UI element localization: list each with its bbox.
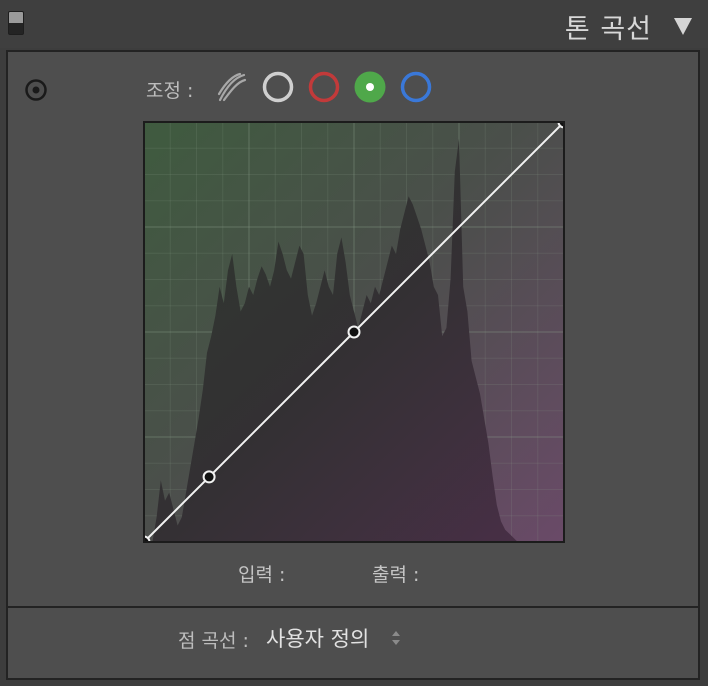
red-channel-icon[interactable] bbox=[307, 70, 341, 104]
panel-toggle-switch[interactable] bbox=[8, 11, 24, 35]
tone-curve-panel: 조정 : 입력: 출력: 점 곡선: 사용자 정의 bbox=[6, 50, 700, 680]
collapse-triangle-icon[interactable] bbox=[672, 15, 694, 37]
input-label: 입력 : bbox=[238, 564, 286, 586]
green-channel-icon[interactable] bbox=[353, 70, 387, 104]
point-curve-label: 점 곡선 : bbox=[178, 630, 249, 652]
curve-control-point[interactable] bbox=[347, 325, 361, 339]
panel-title: 톤 곡선 bbox=[564, 14, 652, 45]
input-readout: 입력 : bbox=[238, 560, 311, 587]
target-adjustment-icon[interactable] bbox=[24, 78, 48, 102]
blue-channel-icon[interactable] bbox=[399, 70, 433, 104]
output-label: 출력 : bbox=[372, 564, 420, 586]
curve-control-point[interactable] bbox=[202, 470, 216, 484]
output-readout: 출력 : bbox=[372, 560, 445, 587]
parametric-curve-icon[interactable] bbox=[215, 70, 249, 104]
rgb-channel-icon[interactable] bbox=[261, 70, 295, 104]
panel-header: 톤 곡선 bbox=[0, 0, 708, 48]
section-divider bbox=[8, 606, 698, 608]
adjust-label: 조정 : bbox=[146, 80, 194, 102]
curve-canvas[interactable] bbox=[143, 121, 565, 543]
tone-curve-graph[interactable] bbox=[143, 121, 565, 543]
dropdown-arrows-icon[interactable] bbox=[390, 628, 402, 648]
point-curve-dropdown[interactable]: 사용자 정의 bbox=[266, 623, 369, 651]
